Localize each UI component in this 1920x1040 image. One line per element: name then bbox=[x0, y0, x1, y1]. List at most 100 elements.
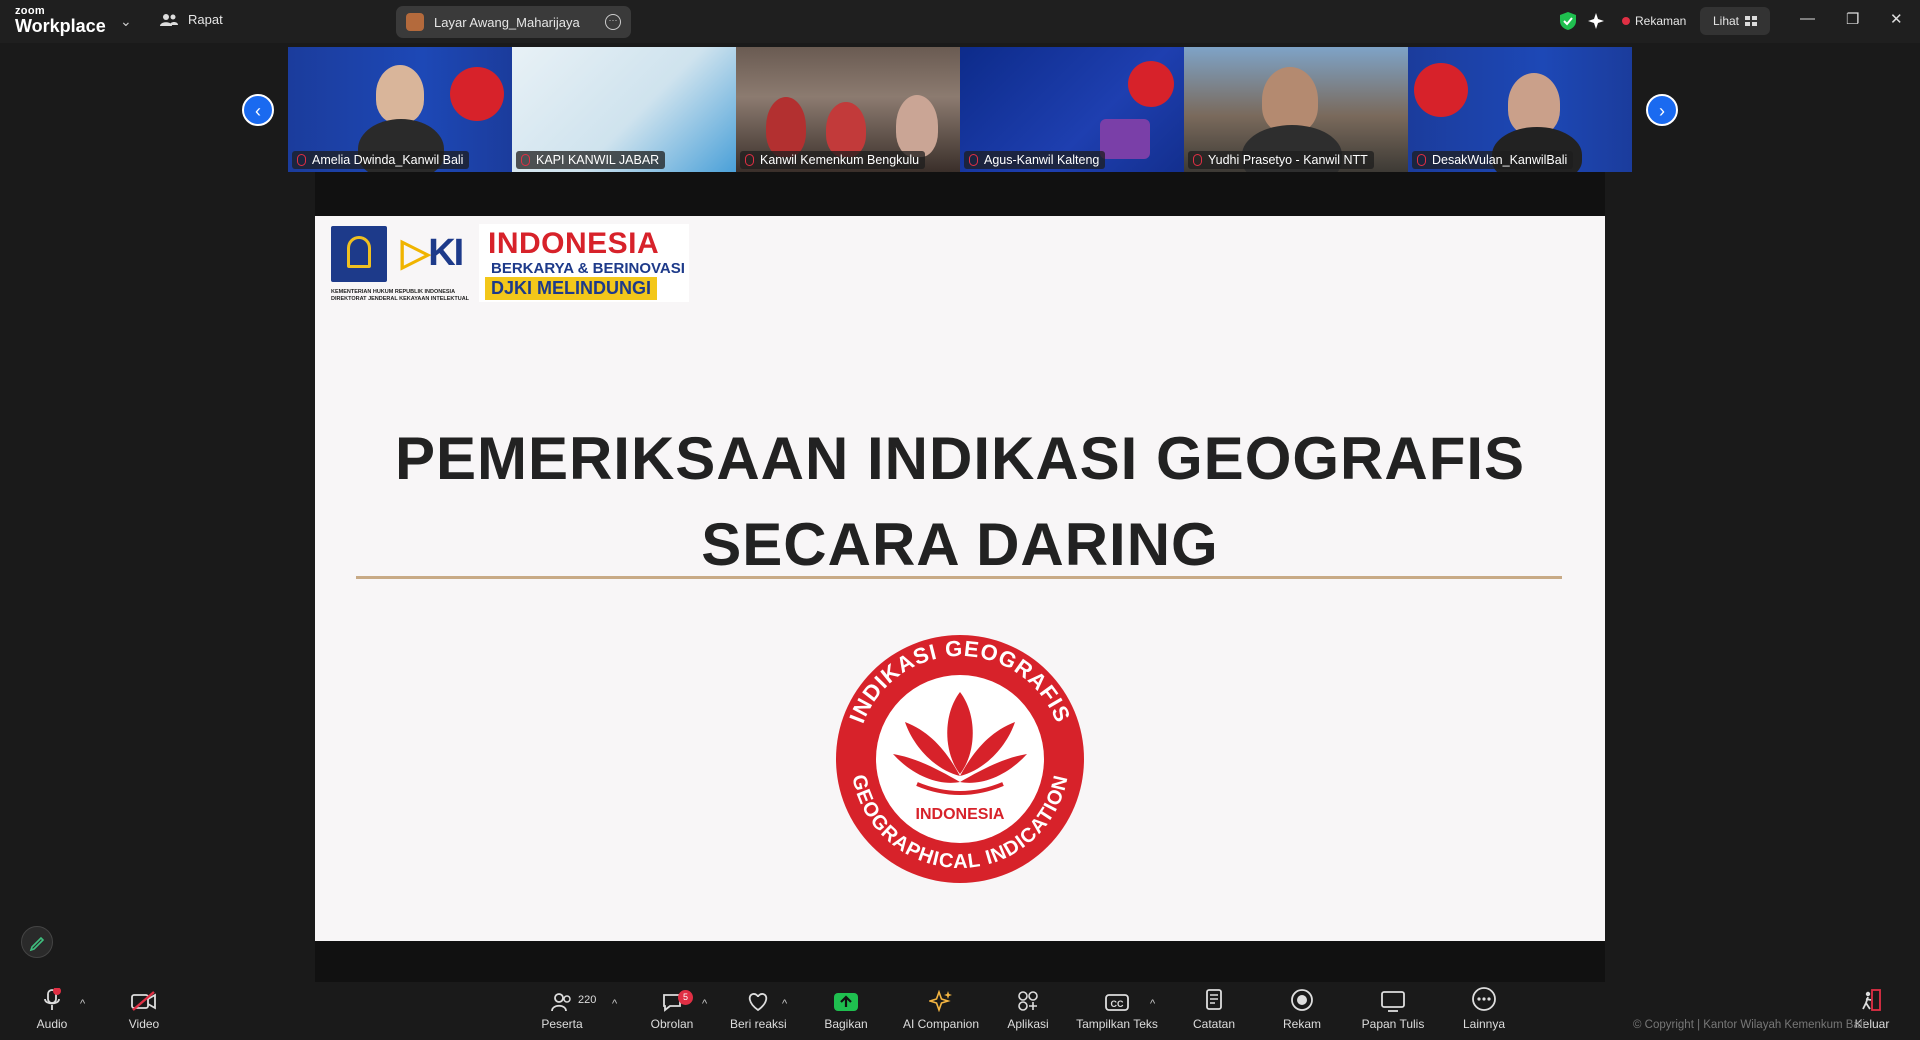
more-icon bbox=[1472, 987, 1496, 1011]
screen-share-indicator[interactable]: Layar Awang_Maharijaya ··· bbox=[396, 6, 631, 38]
view-button[interactable]: Lihat bbox=[1700, 7, 1770, 35]
microphone-muted-icon bbox=[44, 988, 61, 1010]
audio-options-caret[interactable]: ^ bbox=[80, 998, 85, 1010]
notes-button[interactable]: Catatan bbox=[1190, 982, 1238, 1040]
participant-name-tag: Amelia Dwinda_Kanwil Bali bbox=[292, 151, 470, 169]
muted-mic-icon bbox=[1193, 154, 1202, 166]
notes-icon bbox=[1206, 989, 1222, 1010]
video-button[interactable]: Video bbox=[120, 982, 168, 1040]
participant-video bbox=[1262, 67, 1318, 133]
annotate-button[interactable] bbox=[21, 926, 53, 958]
participant-name-tag: DesakWulan_KanwilBali bbox=[1412, 151, 1574, 169]
banner-line-3: DJKI MELINDUNGI bbox=[485, 277, 658, 300]
participant-name-tag: Agus-Kanwil Kalteng bbox=[964, 151, 1106, 169]
captions-options-caret[interactable]: ^ bbox=[1150, 998, 1155, 1010]
slide-title: PEMERIKSAAN INDIKASI GEOGRAFIS SECARA DA… bbox=[315, 416, 1605, 588]
apps-button[interactable]: Aplikasi bbox=[1004, 982, 1052, 1040]
participant-tile[interactable]: Agus-Kanwil Kalteng bbox=[960, 47, 1184, 172]
close-icon[interactable]: ✕ bbox=[1890, 10, 1903, 28]
banner-line-1: INDONESIA bbox=[488, 227, 660, 260]
closed-captions-icon: CC bbox=[1105, 994, 1129, 1011]
muted-mic-icon bbox=[521, 154, 530, 166]
svg-text:INDONESIA: INDONESIA bbox=[916, 806, 1005, 823]
slide-title-line-1: PEMERIKSAAN INDIKASI GEOGRAFIS bbox=[394, 425, 1526, 492]
participant-video bbox=[766, 97, 806, 157]
chevron-down-icon[interactable]: ⌄ bbox=[120, 13, 132, 30]
recording-indicator[interactable]: Rekaman bbox=[1622, 14, 1686, 28]
leave-icon bbox=[1862, 989, 1881, 1011]
copyright-watermark: © Copyright | Kantor Wilayah Kemenkum Ba… bbox=[1633, 1019, 1865, 1031]
share-screen-icon bbox=[834, 993, 858, 1011]
meeting-info-button[interactable]: Rapat bbox=[160, 12, 223, 27]
people-icon bbox=[160, 13, 178, 26]
share-label: Layar Awang_Maharijaya bbox=[434, 14, 580, 30]
restore-icon[interactable]: ❐ bbox=[1846, 10, 1859, 28]
shield-icon[interactable] bbox=[1560, 12, 1576, 30]
more-options-icon[interactable]: ··· bbox=[605, 14, 621, 30]
ig-logo bbox=[1128, 61, 1174, 107]
participants-button[interactable]: Peserta bbox=[540, 982, 584, 1040]
top-bar: zoom Workplace ⌄ Rapat Layar Awang_Mahar… bbox=[0, 0, 1920, 43]
muted-mic-icon bbox=[745, 154, 754, 166]
audio-button[interactable]: Audio bbox=[28, 982, 76, 1040]
ministry-emblem-logo bbox=[331, 226, 387, 282]
muted-mic-icon bbox=[1417, 154, 1426, 166]
title-divider bbox=[356, 576, 1562, 579]
participant-name-tag: Yudhi Prasetyo - Kanwil NTT bbox=[1188, 151, 1374, 169]
banner-line-2: BERKARYA & BERINOVASI bbox=[491, 260, 685, 277]
share-button[interactable]: Bagikan bbox=[822, 982, 870, 1040]
ai-companion-button[interactable]: AI Companion bbox=[902, 982, 980, 1040]
captions-button[interactable]: CC Tampilkan Teks bbox=[1074, 982, 1160, 1040]
ai-sparkle-icon bbox=[929, 990, 952, 1012]
react-button[interactable]: Beri reaksi bbox=[730, 982, 787, 1040]
meeting-controls: Audio ^ Video Peserta 220 ^ Obrolan 5 ^ … bbox=[0, 982, 1920, 1040]
apps-icon bbox=[1018, 991, 1038, 1011]
djki-logo: ▷KI bbox=[401, 232, 464, 274]
minimize-icon[interactable]: — bbox=[1800, 10, 1815, 27]
participant-video bbox=[376, 65, 424, 123]
people-icon bbox=[551, 993, 571, 1012]
whiteboard-button[interactable]: Papan Tulis bbox=[1358, 982, 1428, 1040]
ministry-caption: KEMENTERIAN HUKUM REPUBLIK INDONESIA DIR… bbox=[331, 289, 470, 303]
participant-video bbox=[826, 102, 866, 157]
grid-icon bbox=[1745, 16, 1758, 26]
participant-name-tag: Kanwil Kemenkum Bengkulu bbox=[740, 151, 926, 169]
presentation-slide: ▷KI KEMENTERIAN HUKUM REPUBLIK INDONESIA… bbox=[315, 216, 1605, 941]
participant-video bbox=[1508, 73, 1560, 135]
meeting-label: Rapat bbox=[188, 12, 223, 27]
graphic bbox=[1100, 119, 1150, 159]
participant-tile[interactable]: KAPI KANWIL JABAR bbox=[512, 47, 736, 172]
brand-large: Workplace bbox=[15, 16, 106, 36]
campaign-banner: INDONESIA BERKARYA & BERINOVASI DJKI MEL… bbox=[479, 224, 689, 302]
chat-options-caret[interactable]: ^ bbox=[702, 998, 707, 1010]
ig-logo bbox=[450, 67, 504, 121]
react-options-caret[interactable]: ^ bbox=[782, 998, 787, 1010]
participant-tile[interactable]: Amelia Dwinda_Kanwil Bali bbox=[288, 47, 512, 172]
ig-logo bbox=[1414, 63, 1468, 117]
record-dot-icon bbox=[1622, 17, 1630, 25]
pencil-icon bbox=[29, 936, 45, 952]
muted-mic-icon bbox=[297, 154, 306, 166]
more-button[interactable]: Lainnya bbox=[1460, 982, 1508, 1040]
whiteboard-icon bbox=[1381, 991, 1405, 1012]
ai-sparkle-icon[interactable] bbox=[1588, 12, 1606, 30]
record-button[interactable]: Rekam bbox=[1280, 982, 1324, 1040]
view-label: Lihat bbox=[1712, 14, 1740, 28]
next-page-button[interactable]: › bbox=[1646, 94, 1678, 126]
muted-mic-icon bbox=[969, 154, 978, 166]
zoom-workplace-logo[interactable]: zoom Workplace bbox=[15, 6, 106, 36]
participant-name-tag: KAPI KANWIL JABAR bbox=[516, 151, 666, 169]
recording-label: Rekaman bbox=[1635, 14, 1687, 28]
chat-unread-badge: 5 bbox=[678, 990, 693, 1005]
participant-tile[interactable]: Yudhi Prasetyo - Kanwil NTT bbox=[1184, 47, 1408, 172]
camera-off-icon bbox=[131, 991, 156, 1011]
previous-page-button[interactable]: ‹ bbox=[242, 94, 274, 126]
participants-count: 220 bbox=[578, 994, 597, 1006]
participant-thumbnails: Amelia Dwinda_Kanwil Bali KAPI KANWIL JA… bbox=[288, 47, 1632, 172]
participant-tile[interactable]: Kanwil Kemenkum Bengkulu bbox=[736, 47, 960, 172]
leave-button[interactable]: Keluar bbox=[1850, 982, 1894, 1040]
geographical-indication-seal: INDIKASI GEOGRAFIS GEOGRAPHICAL INDICATI… bbox=[836, 635, 1084, 883]
participants-options-caret[interactable]: ^ bbox=[612, 998, 617, 1010]
participant-tile[interactable]: DesakWulan_KanwilBali bbox=[1408, 47, 1632, 172]
presenter-avatar bbox=[406, 13, 424, 31]
